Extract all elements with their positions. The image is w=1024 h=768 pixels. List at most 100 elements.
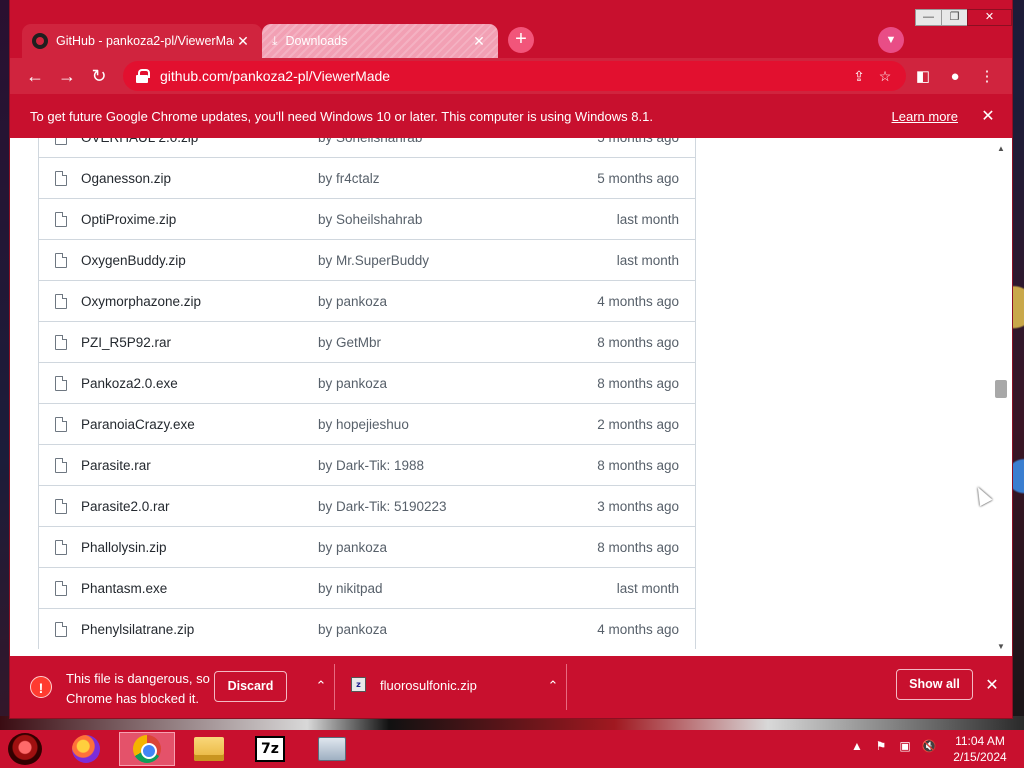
file-row[interactable]: Oxymorphazone.zip by pankoza 4 months ago	[39, 280, 695, 321]
file-row[interactable]: Oganesson.zip by fr4ctalz 5 months ago	[39, 157, 695, 198]
file-icon	[55, 293, 67, 309]
tab-github[interactable]: GitHub - pankoza2-pl/ViewerMade ✕	[22, 24, 262, 58]
bookmark-star-icon[interactable]: ☆	[872, 68, 898, 85]
file-name-link[interactable]: PZI_R5P92.rar	[81, 335, 318, 350]
share-icon[interactable]: ⇪	[846, 68, 872, 85]
browser-window: GitHub - pankoza2-pl/ViewerMade ✕ ⤓ Down…	[10, 0, 1012, 718]
7zip-icon: 7z	[255, 736, 285, 762]
scrollbar[interactable]: ▲ ▼	[992, 138, 1010, 656]
commit-author: by pankoza	[318, 293, 388, 309]
menu-button[interactable]: ⋮	[974, 63, 1000, 89]
file-row[interactable]: Pankoza2.0.exe by pankoza 8 months ago	[39, 362, 695, 403]
file-name-link[interactable]: Parasite2.0.rar	[81, 499, 318, 514]
chevron-up-icon[interactable]: ⌃	[544, 678, 562, 696]
download-icon: ⤓	[272, 33, 278, 48]
commit-date: last month	[616, 580, 679, 596]
show-hidden-icons-icon[interactable]: ▲	[850, 739, 864, 759]
back-button[interactable]: ←	[22, 63, 48, 89]
file-icon	[55, 138, 67, 145]
file-row[interactable]: Parasite.rar by Dark-Tik: 1988 8 months ag…	[39, 444, 695, 485]
taskbar-chrome[interactable]	[119, 732, 175, 766]
file-name-link[interactable]: ParanoiaCrazy.exe	[81, 417, 318, 432]
commit-author: by pankoza	[318, 375, 388, 391]
new-tab-button[interactable]: +	[508, 27, 534, 53]
file-name-link[interactable]: Oganesson.zip	[81, 171, 318, 186]
close-window-button[interactable]: ✕	[967, 9, 1012, 26]
forward-button[interactable]: →	[54, 63, 80, 89]
tab-downloads[interactable]: ⤓ Downloads ✕	[262, 24, 498, 58]
network-icon[interactable]: ▣	[896, 739, 914, 759]
file-icon	[55, 170, 67, 186]
taskbar-file-explorer[interactable]	[181, 732, 237, 766]
file-row[interactable]: Parasite2.0.rar by Dark-Tik: 5190223 3 mon…	[39, 485, 695, 526]
file-row[interactable]: OptiProxime.zip by Soheilshahrab last mont…	[39, 198, 695, 239]
zip-file-icon: z	[351, 677, 366, 692]
commit-date: 8 months ago	[597, 539, 679, 555]
taskbar-firefox[interactable]	[58, 732, 114, 766]
file-name-link[interactable]: Parasite.rar	[81, 458, 318, 473]
file-row[interactable]: ParanoiaCrazy.exe by hopejieshuo 2 months …	[39, 403, 695, 444]
profile-icon: ●	[950, 67, 960, 85]
commit-author: by fr4ctalz	[318, 170, 380, 186]
file-row[interactable]: PZI_R5P92.rar by GetMbr 8 months ago	[39, 321, 695, 362]
more-vert-icon: ⋮	[979, 68, 995, 85]
show-all-button[interactable]: Show all	[896, 669, 973, 700]
reload-button[interactable]: ↻	[86, 63, 112, 89]
discard-button[interactable]: Discard	[214, 671, 287, 702]
close-tab-icon[interactable]: ✕	[470, 32, 488, 50]
chevron-up-icon[interactable]: ⌃	[312, 678, 330, 696]
file-name-link[interactable]: Phallolysin.zip	[81, 540, 318, 555]
close-shelf-icon[interactable]: ✕	[983, 675, 1001, 695]
close-tab-icon[interactable]: ✕	[234, 32, 252, 50]
toolbar: ← → ↻ github.com/pankoza2-pl/ViewerMade …	[10, 58, 1012, 94]
file-name-link[interactable]: Phantasm.exe	[81, 581, 318, 596]
tab-search-button[interactable]: ▼	[878, 27, 904, 53]
taskbar-viewer[interactable]	[304, 732, 360, 766]
commit-author: by Dark-Tik: 1988	[318, 457, 425, 473]
file-name-link[interactable]: Pankoza2.0.exe	[81, 376, 318, 391]
side-panel-button[interactable]: ◧	[910, 63, 936, 89]
file-list: OVERHAUL 2.0.zipby Soheilshahrab5 months…	[38, 138, 696, 649]
address-bar[interactable]: github.com/pankoza2-pl/ViewerMade ⇪ ☆	[123, 61, 906, 91]
arrow-right-icon: →	[58, 65, 76, 86]
minimize-button[interactable]: —	[915, 9, 942, 26]
file-name-link[interactable]: Phenylsilatrane.zip	[81, 622, 318, 637]
chevron-down-icon: ▼	[885, 34, 897, 46]
file-name-link[interactable]: OxygenBuddy.zip	[81, 253, 318, 268]
file-row[interactable]: Phantasm.exe by nikitpad last month	[39, 567, 695, 608]
clock[interactable]: 11:04 AM 2/15/2024	[944, 733, 1016, 765]
commit-author: by pankoza	[318, 621, 388, 637]
commit-author: by Mr.SuperBuddy	[318, 252, 430, 268]
download-shelf: ! This file is dangerous, so Chrome has …	[10, 656, 1012, 718]
volume-muted-icon[interactable]: 🔇	[920, 739, 938, 759]
commit-date: 3 months ago	[597, 498, 679, 514]
download-file-name[interactable]: fluorosulfonic.zip	[380, 678, 477, 693]
commit-date: 8 months ago	[597, 457, 679, 473]
tab-title: GitHub - pankoza2-pl/ViewerMade	[56, 34, 234, 48]
scrollbar-thumb[interactable]	[995, 380, 1007, 398]
file-row[interactable]: Phenylsilatrane.zip by pankoza 4 months ag…	[39, 608, 695, 649]
commit-author: by Soheilshahrab	[318, 138, 558, 145]
file-row[interactable]: OxygenBuddy.zip by Mr.SuperBuddy last mont…	[39, 239, 695, 280]
file-row[interactable]: OVERHAUL 2.0.zipby Soheilshahrab5 months…	[39, 138, 695, 157]
file-name-link[interactable]: Oxymorphazone.zip	[81, 294, 318, 309]
flag-icon[interactable]: ⚑	[872, 739, 890, 759]
close-infobar-icon[interactable]: ✕	[978, 106, 998, 126]
lock-icon	[136, 69, 150, 83]
file-row[interactable]: Phallolysin.zip by pankoza 8 months ago	[39, 526, 695, 567]
reload-icon: ↻	[91, 65, 107, 86]
taskbar-7zip[interactable]: 7z	[242, 732, 298, 766]
divider	[566, 664, 567, 710]
file-name-link[interactable]: OVERHAUL 2.0.zip	[81, 138, 318, 145]
file-icon	[55, 375, 67, 391]
commit-date: 2 months ago	[597, 416, 679, 432]
profile-button[interactable]: ●	[942, 63, 968, 89]
file-name-link[interactable]: OptiProxime.zip	[81, 212, 318, 227]
start-button[interactable]	[8, 733, 42, 765]
scroll-down-icon[interactable]: ▼	[996, 642, 1006, 652]
scroll-up-icon[interactable]: ▲	[996, 144, 1006, 154]
file-icon	[55, 252, 67, 268]
learn-more-link[interactable]: Learn more	[892, 109, 958, 124]
maximize-button[interactable]: ❐	[941, 9, 968, 26]
firefox-icon	[72, 735, 100, 763]
